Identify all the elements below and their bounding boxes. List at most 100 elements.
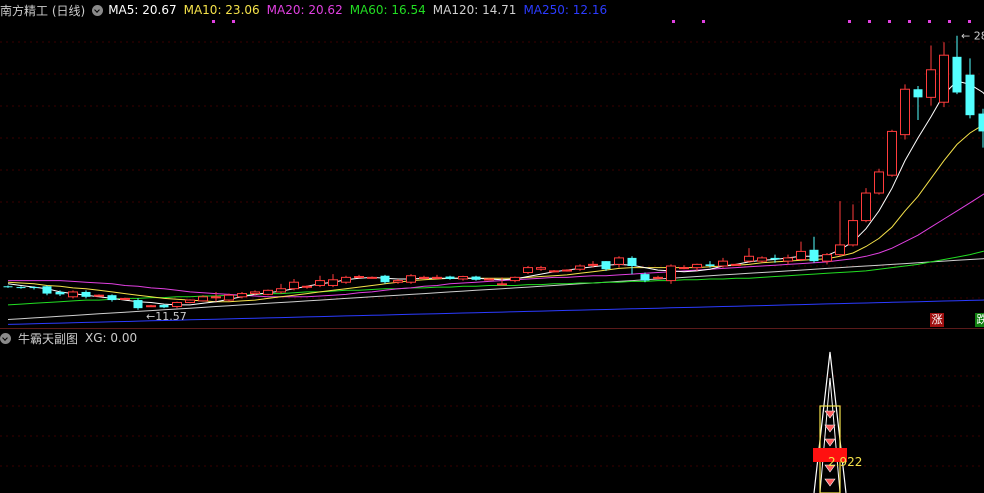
candle-body-up (354, 276, 364, 279)
candle-body-up (861, 192, 871, 222)
candle-body-down (913, 89, 923, 98)
candle-body-down (81, 291, 91, 297)
candle-body-up (822, 254, 832, 262)
signal-marker (848, 20, 851, 23)
candle-body-down (445, 276, 455, 279)
candle-body-up (783, 257, 793, 262)
candle-body-up (757, 257, 767, 262)
candle-body-up (835, 244, 845, 256)
ma10-line (7, 123, 984, 303)
candle-body-up (484, 278, 494, 281)
candle-body-up (393, 280, 403, 283)
candle-body-down (133, 300, 143, 309)
sub-chart-header: 牛霸天副图 XG: 0.00 (0, 328, 144, 348)
candle-body-up (211, 296, 221, 299)
candle-body-up (588, 263, 598, 266)
candle-body-up (315, 280, 325, 286)
candle-body-down (770, 257, 780, 260)
stock-name[interactable]: 南方精工 (日线) (0, 2, 85, 19)
candle-body-up (926, 69, 936, 98)
candle-body-up (562, 269, 572, 272)
candle-body-down (42, 286, 52, 294)
diamond-icon (824, 438, 836, 447)
candle-body-up (276, 288, 286, 293)
candle-body-up (68, 291, 78, 298)
candle-body-up (744, 255, 754, 262)
candle-body-up (198, 296, 208, 302)
collapse-toggle-icon[interactable] (0, 332, 11, 344)
candle-body-up (172, 301, 182, 308)
candle-body-down (627, 257, 637, 266)
signal-marker (868, 20, 871, 23)
ma250-label: MA250: 12.16 (523, 3, 608, 17)
signal-marker (232, 20, 235, 23)
candle-body-up (575, 265, 585, 270)
signal-marker (702, 20, 705, 23)
signal-marker (968, 20, 971, 23)
indicator-sub-chart[interactable]: 2.922 (0, 348, 984, 493)
collapse-toggle-icon[interactable] (92, 4, 104, 16)
candle-body-down (159, 304, 169, 308)
candle-body-up (731, 263, 741, 266)
ma60-label: MA60: 16.54 (349, 3, 426, 17)
candle-body-down (380, 275, 390, 283)
candle-body-up (432, 276, 442, 279)
main-candlestick-chart[interactable]: ←11.57 ← 28. (0, 20, 984, 328)
candle-body-up (185, 299, 195, 303)
candle-body-down (107, 295, 117, 301)
candle-body-up (523, 267, 533, 273)
candle-body-up (250, 291, 260, 295)
candle-body-up (224, 294, 234, 301)
candle-body-up (874, 171, 884, 194)
candle-body-down (16, 287, 26, 289)
signal-marker (928, 20, 931, 23)
candle-body-up (900, 88, 910, 136)
diamond-icon (824, 478, 836, 487)
candle-body-up (146, 305, 156, 308)
candle-body-up (848, 220, 858, 246)
panel-divider (0, 328, 984, 329)
candle-body-up (692, 263, 702, 269)
candle-body-up (510, 276, 520, 282)
candle-body-up (237, 293, 247, 298)
indicator-value-label: 2.922 (828, 455, 862, 469)
candle-body-up (718, 260, 728, 267)
candle-body-up (94, 294, 104, 297)
candle-body-up (666, 265, 676, 282)
candle-body-up (367, 276, 377, 279)
candle-body-down (640, 274, 650, 281)
rise-tag: 涨 (930, 313, 944, 327)
main-chart-header: 南方精工 (日线) MA5: 20.67 MA10: 23.06 MA20: 2… (0, 0, 614, 20)
candle-body-up (302, 285, 312, 288)
candle-body-up (536, 267, 546, 270)
signal-marker (212, 20, 215, 23)
candle-body-up (120, 297, 130, 300)
candle-body-up (263, 289, 273, 295)
signal-marker (888, 20, 891, 23)
candle-body-down (29, 287, 39, 289)
diamond-icon (824, 424, 836, 433)
ma5-label: MA5: 20.67 (108, 3, 177, 17)
ma5-line (7, 80, 984, 306)
candle-body-up (796, 250, 806, 261)
xg-value: XG: 0.00 (85, 331, 138, 345)
candle-body-up (289, 281, 299, 290)
high-price-label: ← 28. (961, 30, 984, 43)
candle-body-down (3, 286, 13, 288)
candle-body-down (952, 56, 962, 93)
candle-body-up (653, 276, 663, 279)
candle-body-down (705, 264, 715, 266)
ma10-label: MA10: 23.06 (183, 3, 260, 17)
candle-body-up (614, 257, 624, 265)
candle-body-down (471, 276, 481, 280)
sub-chart-title[interactable]: 牛霸天副图 (18, 330, 78, 347)
candle-body-down (601, 261, 611, 270)
candle-body-up (939, 54, 949, 103)
candle-body-up (419, 276, 429, 279)
candle-body-down (965, 74, 975, 116)
ma120-label: MA120: 14.71 (432, 3, 517, 17)
candle-body-up (328, 279, 338, 286)
candle-body-down (978, 113, 984, 132)
candle-body-down (55, 291, 65, 295)
ma20-label: MA20: 20.62 (266, 3, 343, 17)
